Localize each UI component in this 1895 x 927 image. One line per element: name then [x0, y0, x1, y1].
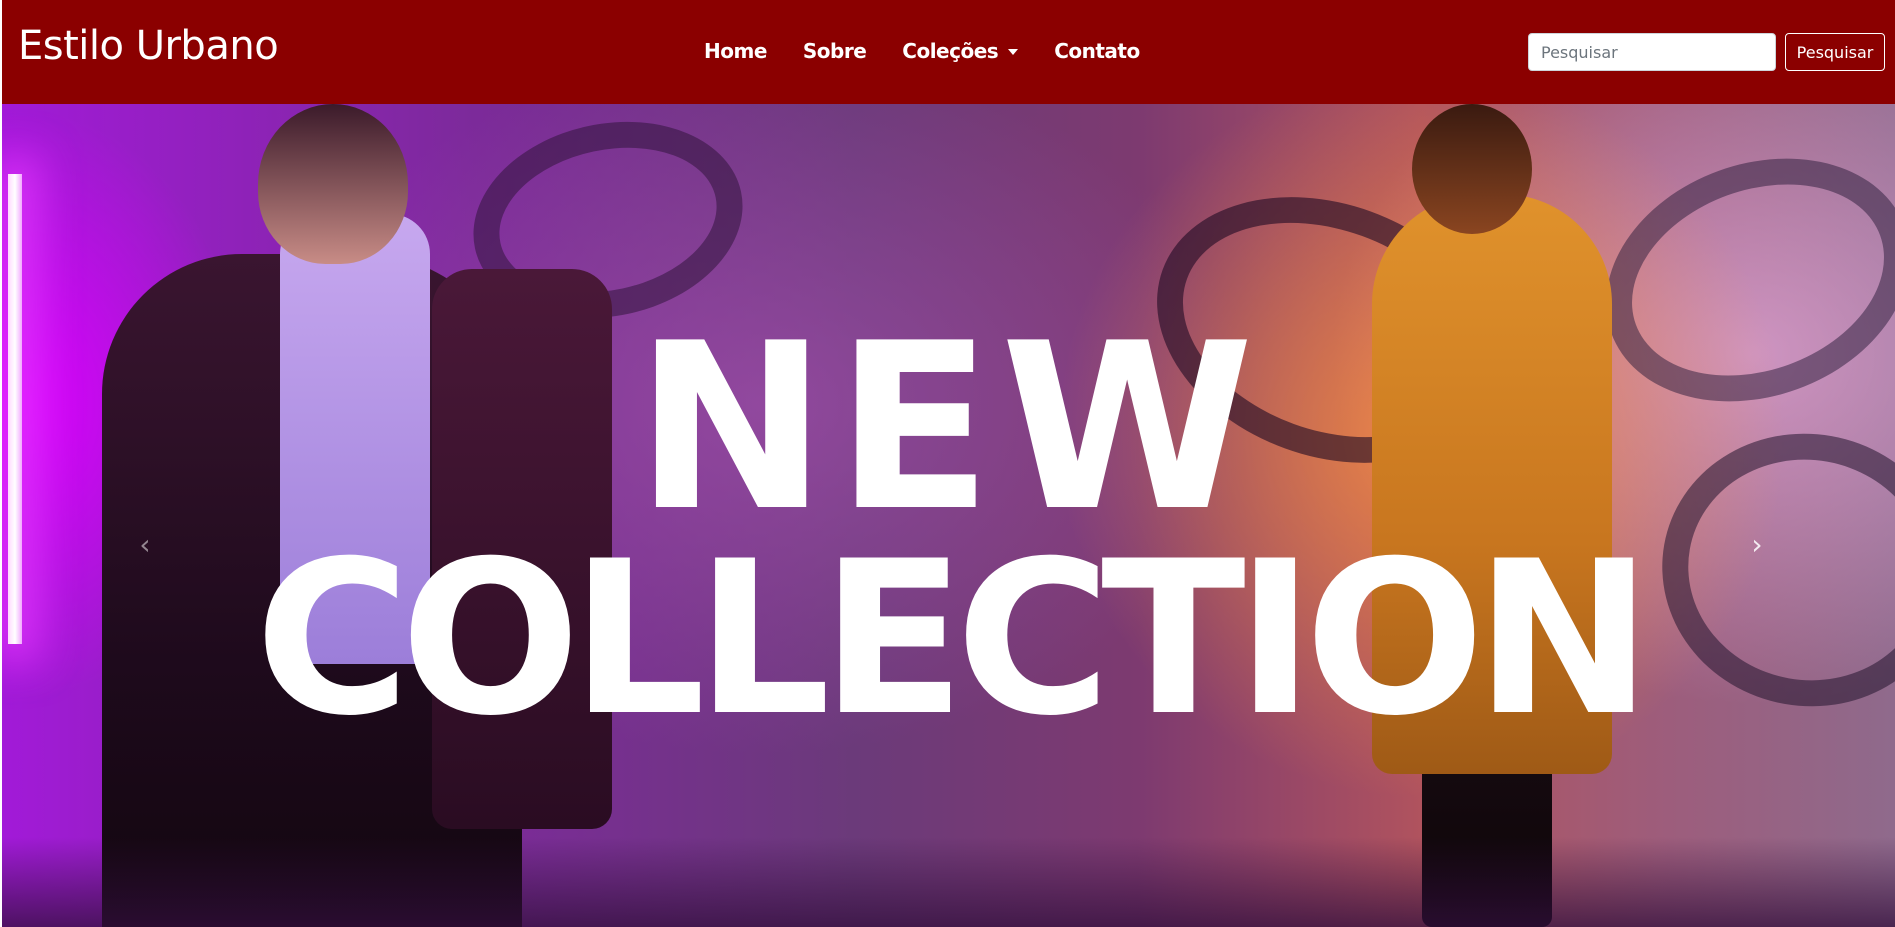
search-input[interactable] [1528, 33, 1776, 71]
nav-link-sobre[interactable]: Sobre [802, 37, 867, 65]
caret-down-icon [1008, 49, 1019, 55]
brand-logo[interactable]: Estilo Urbano [18, 21, 279, 71]
model-left-head [258, 104, 408, 264]
chevron-right-icon[interactable]: › [1742, 530, 1772, 560]
hero-floor [2, 837, 1895, 927]
model-right-head [1412, 104, 1532, 234]
nav-link-contato-label: Contato [1054, 39, 1140, 63]
nav-link-home[interactable]: Home [704, 37, 767, 65]
nav-dropdown-colecoes[interactable]: Coleções [902, 37, 1019, 65]
chevron-left-icon[interactable]: ‹ [130, 530, 160, 560]
hero-carousel: NEW COLLECTION ‹ › [2, 104, 1895, 927]
nav-dropdown-colecoes-label: Coleções [902, 39, 999, 63]
hero-title-line-2: COLLECTION [254, 515, 1653, 762]
page: Estilo Urbano Home Sobre Coleções Contat… [0, 0, 1895, 927]
nav-link-contato[interactable]: Contato [1054, 37, 1140, 65]
nav-link-home-label: Home [704, 39, 767, 63]
search-button[interactable]: Pesquisar [1785, 33, 1885, 71]
nav-links: Home Sobre Coleções Contato [704, 37, 1176, 65]
navbar: Estilo Urbano Home Sobre Coleções Contat… [2, 0, 1895, 104]
nav-link-sobre-label: Sobre [802, 39, 867, 63]
hero-title-line-1: NEW [634, 295, 1263, 562]
